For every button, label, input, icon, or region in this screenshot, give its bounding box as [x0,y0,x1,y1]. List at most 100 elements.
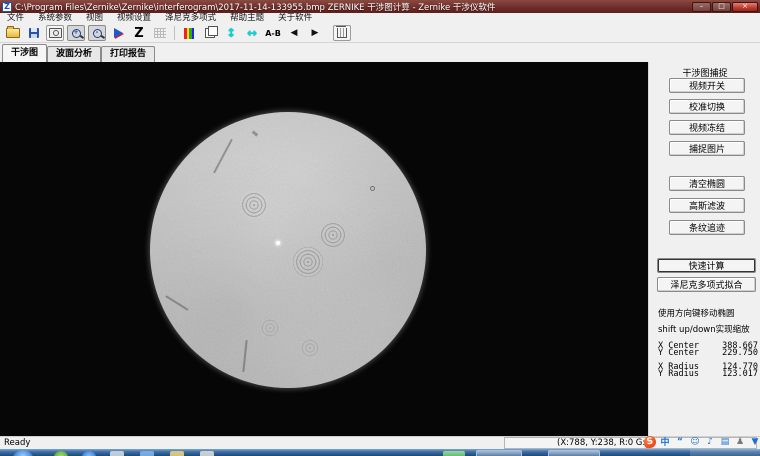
start-button[interactable] [12,450,34,456]
ime-toolbar: S 中 “ ☺ ♪ ▤ ♟ ▼ ✚ [644,434,760,449]
ellipse-hint-line2: shift up/down实现缩放 [658,323,750,335]
menu-help-topics[interactable]: 帮助主题 [223,13,271,24]
color-bars-icon [184,28,194,39]
system-tray[interactable] [690,449,760,456]
dust-ring-artifact [240,191,268,219]
interferogram-disc [150,112,426,388]
window-title: C:\Program Files\Zernike\Zernike\interfe… [15,1,688,13]
fringe-trace-button[interactable]: 条纹追迹 [669,220,745,235]
grid-icon [154,28,166,38]
taskbar-active-app[interactable] [443,451,465,456]
menu-about[interactable]: 关于软件 [271,13,319,24]
skin-icon[interactable]: ▼ [749,436,760,448]
capture-image-button[interactable]: 捕捉图片 [669,141,745,156]
menu-file[interactable]: 文件 [0,13,31,24]
sogou-s-icon[interactable]: S [643,435,657,449]
tab-print-report[interactable]: 打印报告 [101,46,155,62]
bright-spot [276,241,280,245]
keyboard-icon[interactable]: ▤ [719,436,731,448]
dust-ring-artifact [259,317,281,339]
open-button[interactable] [4,25,22,41]
menu-video-settings[interactable]: 视频设置 [110,13,158,24]
zernike-z-icon: Z [134,27,143,40]
status-ready-text: Ready [4,438,30,448]
tab-wavefront-analysis[interactable]: 波面分析 [47,46,101,62]
microphone-icon[interactable]: ♪ [704,436,716,448]
menu-bar: 文件 系统参数 视图 视频设置 泽尼克多项式 帮助主题 关于软件 [0,13,760,24]
video-freeze-button[interactable]: 视频冻结 [669,120,745,135]
param-label: Y Radius [658,369,699,379]
quick-calculate-button[interactable]: 快速计算 [657,258,756,273]
param-y-radius: Y Radius 123.017 [658,369,758,379]
taskbar-icon[interactable] [54,451,68,456]
maximize-button[interactable]: □ [712,2,731,12]
zoom-out-icon: - [93,29,102,38]
calibration-switch-button[interactable]: 校准切换 [669,99,745,114]
ab-compare-icon: A-B [265,29,281,38]
move-vertical-button[interactable]: ↕ [222,25,240,41]
delete-button[interactable] [333,25,351,41]
menu-zernike-polynomial[interactable]: 泽尼克多项式 [158,13,223,24]
taskbar-icon[interactable] [140,451,154,456]
menu-view[interactable]: 视图 [79,13,110,24]
render-triangle-icon [114,28,123,38]
minimize-button[interactable]: – [692,2,711,12]
next-button[interactable]: ▶ [306,25,324,41]
taskbar-icon[interactable] [110,451,124,456]
pixel-coordinates-text: (X:788, Y:238, R:0 G: [557,438,645,448]
next-icon: ▶ [312,29,319,38]
render-button[interactable] [109,25,127,41]
status-bar: Ready (X:788, Y:238, R:0 G: S 中 “ ☺ ♪ ▤ … [0,436,760,450]
content-area: 干涉图捕捉 视频开关 校准切换 视频冻结 捕捉图片 清空椭圆 高斯滤波 条纹追迹… [0,62,760,436]
chinese-mode-icon[interactable]: 中 [659,436,671,448]
gaussian-filter-button[interactable]: 高斯滤波 [669,198,745,213]
fuzzy-tone-icon[interactable]: “ [674,436,686,448]
param-value: 229.750 [722,348,758,358]
zoom-in-icon: + [72,29,81,38]
capture-frame-icon [49,28,62,38]
toolbar-separator [174,26,175,40]
window-controls: – □ × [692,2,758,12]
emoji-icon[interactable]: ☺ [689,436,701,448]
taskbar-window-button[interactable] [476,450,522,456]
ab-compare-button[interactable]: A-B [264,25,282,41]
clear-ellipse-button[interactable]: 清空椭圆 [669,176,745,191]
close-button[interactable]: × [732,2,758,12]
dark-speck [370,186,375,191]
tab-interferogram[interactable]: 干涉图 [2,44,47,62]
previous-icon: ◀ [291,29,298,38]
move-horizontal-icon: ↔ [247,27,257,39]
ellipse-hint-line1: 使用方向键移动椭圆 [658,307,735,319]
interferogram-canvas[interactable] [0,62,648,436]
copy-window-button[interactable] [201,25,219,41]
taskbar-icon[interactable] [200,451,214,456]
move-horizontal-button[interactable]: ↔ [243,25,261,41]
app-logo-icon: Z [2,2,12,12]
title-bar: Z C:\Program Files\Zernike\Zernike\inter… [0,0,760,13]
tab-bar: 干涉图 波面分析 打印报告 [0,43,760,62]
zoom-out-button[interactable]: - [88,25,106,41]
capture-frame-button[interactable] [46,25,64,41]
windows-taskbar[interactable] [0,449,760,456]
zernike-fit-button[interactable]: 泽尼克多项式拟合 [657,277,756,292]
toolbar: + - Z ↕ ↔ A-B ◀ ▶ [0,24,760,43]
move-vertical-icon: ↕ [226,27,236,39]
param-y-center: Y Center 229.750 [658,348,758,358]
taskbar-window-button[interactable] [548,450,600,456]
grid-button[interactable] [151,25,169,41]
dust-ring-artifact [293,247,323,277]
app-window: Z C:\Program Files\Zernike\Zernike\inter… [0,0,760,456]
zoom-in-button[interactable]: + [67,25,85,41]
dust-ring-artifact [300,338,320,358]
taskbar-icon[interactable] [170,451,184,456]
zernike-button[interactable]: Z [130,25,148,41]
video-toggle-button[interactable]: 视频开关 [669,78,745,93]
previous-button[interactable]: ◀ [285,25,303,41]
taskbar-icon[interactable] [82,451,96,456]
account-icon[interactable]: ♟ [734,436,746,448]
open-icon [6,28,20,38]
color-bars-button[interactable] [180,25,198,41]
menu-system-params[interactable]: 系统参数 [31,13,79,24]
param-label: Y Center [658,348,699,358]
save-button[interactable] [25,25,43,41]
